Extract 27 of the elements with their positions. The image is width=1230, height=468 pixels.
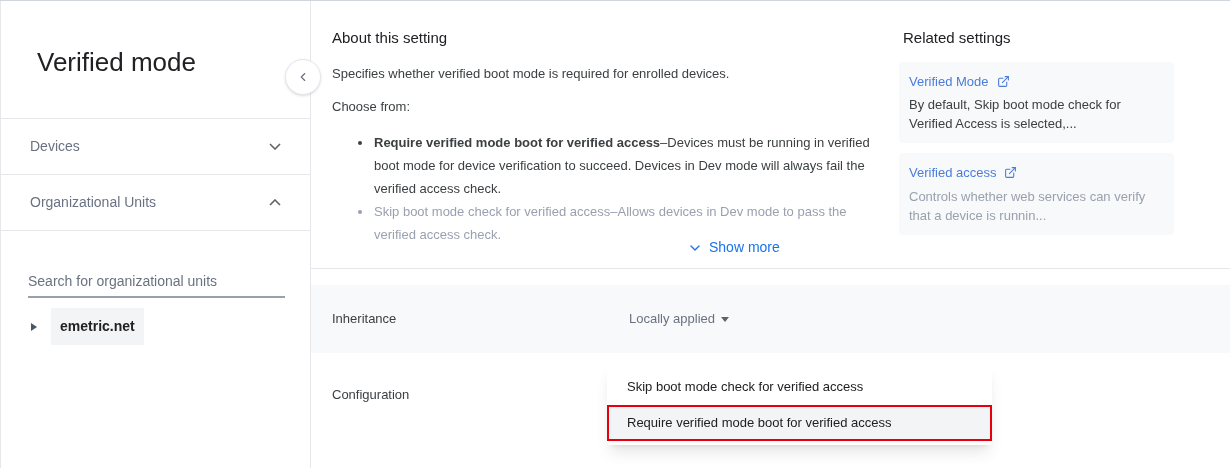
inheritance-dropdown[interactable]: Locally applied [629,309,729,329]
dropdown-arrow-icon [721,316,729,322]
row-label: Configuration [332,386,411,404]
related-setting-description: Controls whether web services can verify that a device is runnin... [909,187,1147,225]
external-link-icon[interactable] [1004,166,1018,180]
search-field[interactable]: Search for organizational units [28,271,285,298]
section-heading: About this setting [332,28,449,48]
external-link-icon[interactable] [996,74,1010,88]
related-setting-description: By default, Skip boot mode check for Verified Access is selected,... [909,96,1122,133]
menu-item[interactable]: Skip boot mode check for verified access [607,369,992,405]
bullet-icon [358,209,362,214]
page-title: Verified mode [37,46,196,79]
menu-item[interactable]: Require verified mode boot for verified access [607,405,992,441]
tree-item[interactable]: emetric.net [51,308,144,345]
related-setting-link[interactable]: Verified access [909,163,997,183]
related-setting-card[interactable]: Verified access Controls whether web services can verify that a device is runnin... [899,153,1174,235]
related-setting-card[interactable]: Verified Mode By default, Skip boot mode check for Verified Access is selected,... [899,61,1174,143]
section-heading: Related settings [903,28,1012,48]
option-description: Require verified mode boot for verified access–Devices must be running in verified boot mode for device verification to succeed. Devices in Dev mode will always fail the verified access check. [374,133,871,198]
expand-arrow-icon[interactable] [31,322,37,331]
intro-text: Choose from: [332,98,412,116]
accordion-header[interactable]: Devices [1,119,310,175]
bullet-icon [358,140,362,145]
accordion-header[interactable]: Organizational Units [1,175,310,231]
row-label: Inheritance [332,310,398,329]
related-setting-link[interactable]: Verified Mode [909,71,989,91]
description-text: Specifies whether verified boot mode is required for enrolled devices. [332,64,731,83]
